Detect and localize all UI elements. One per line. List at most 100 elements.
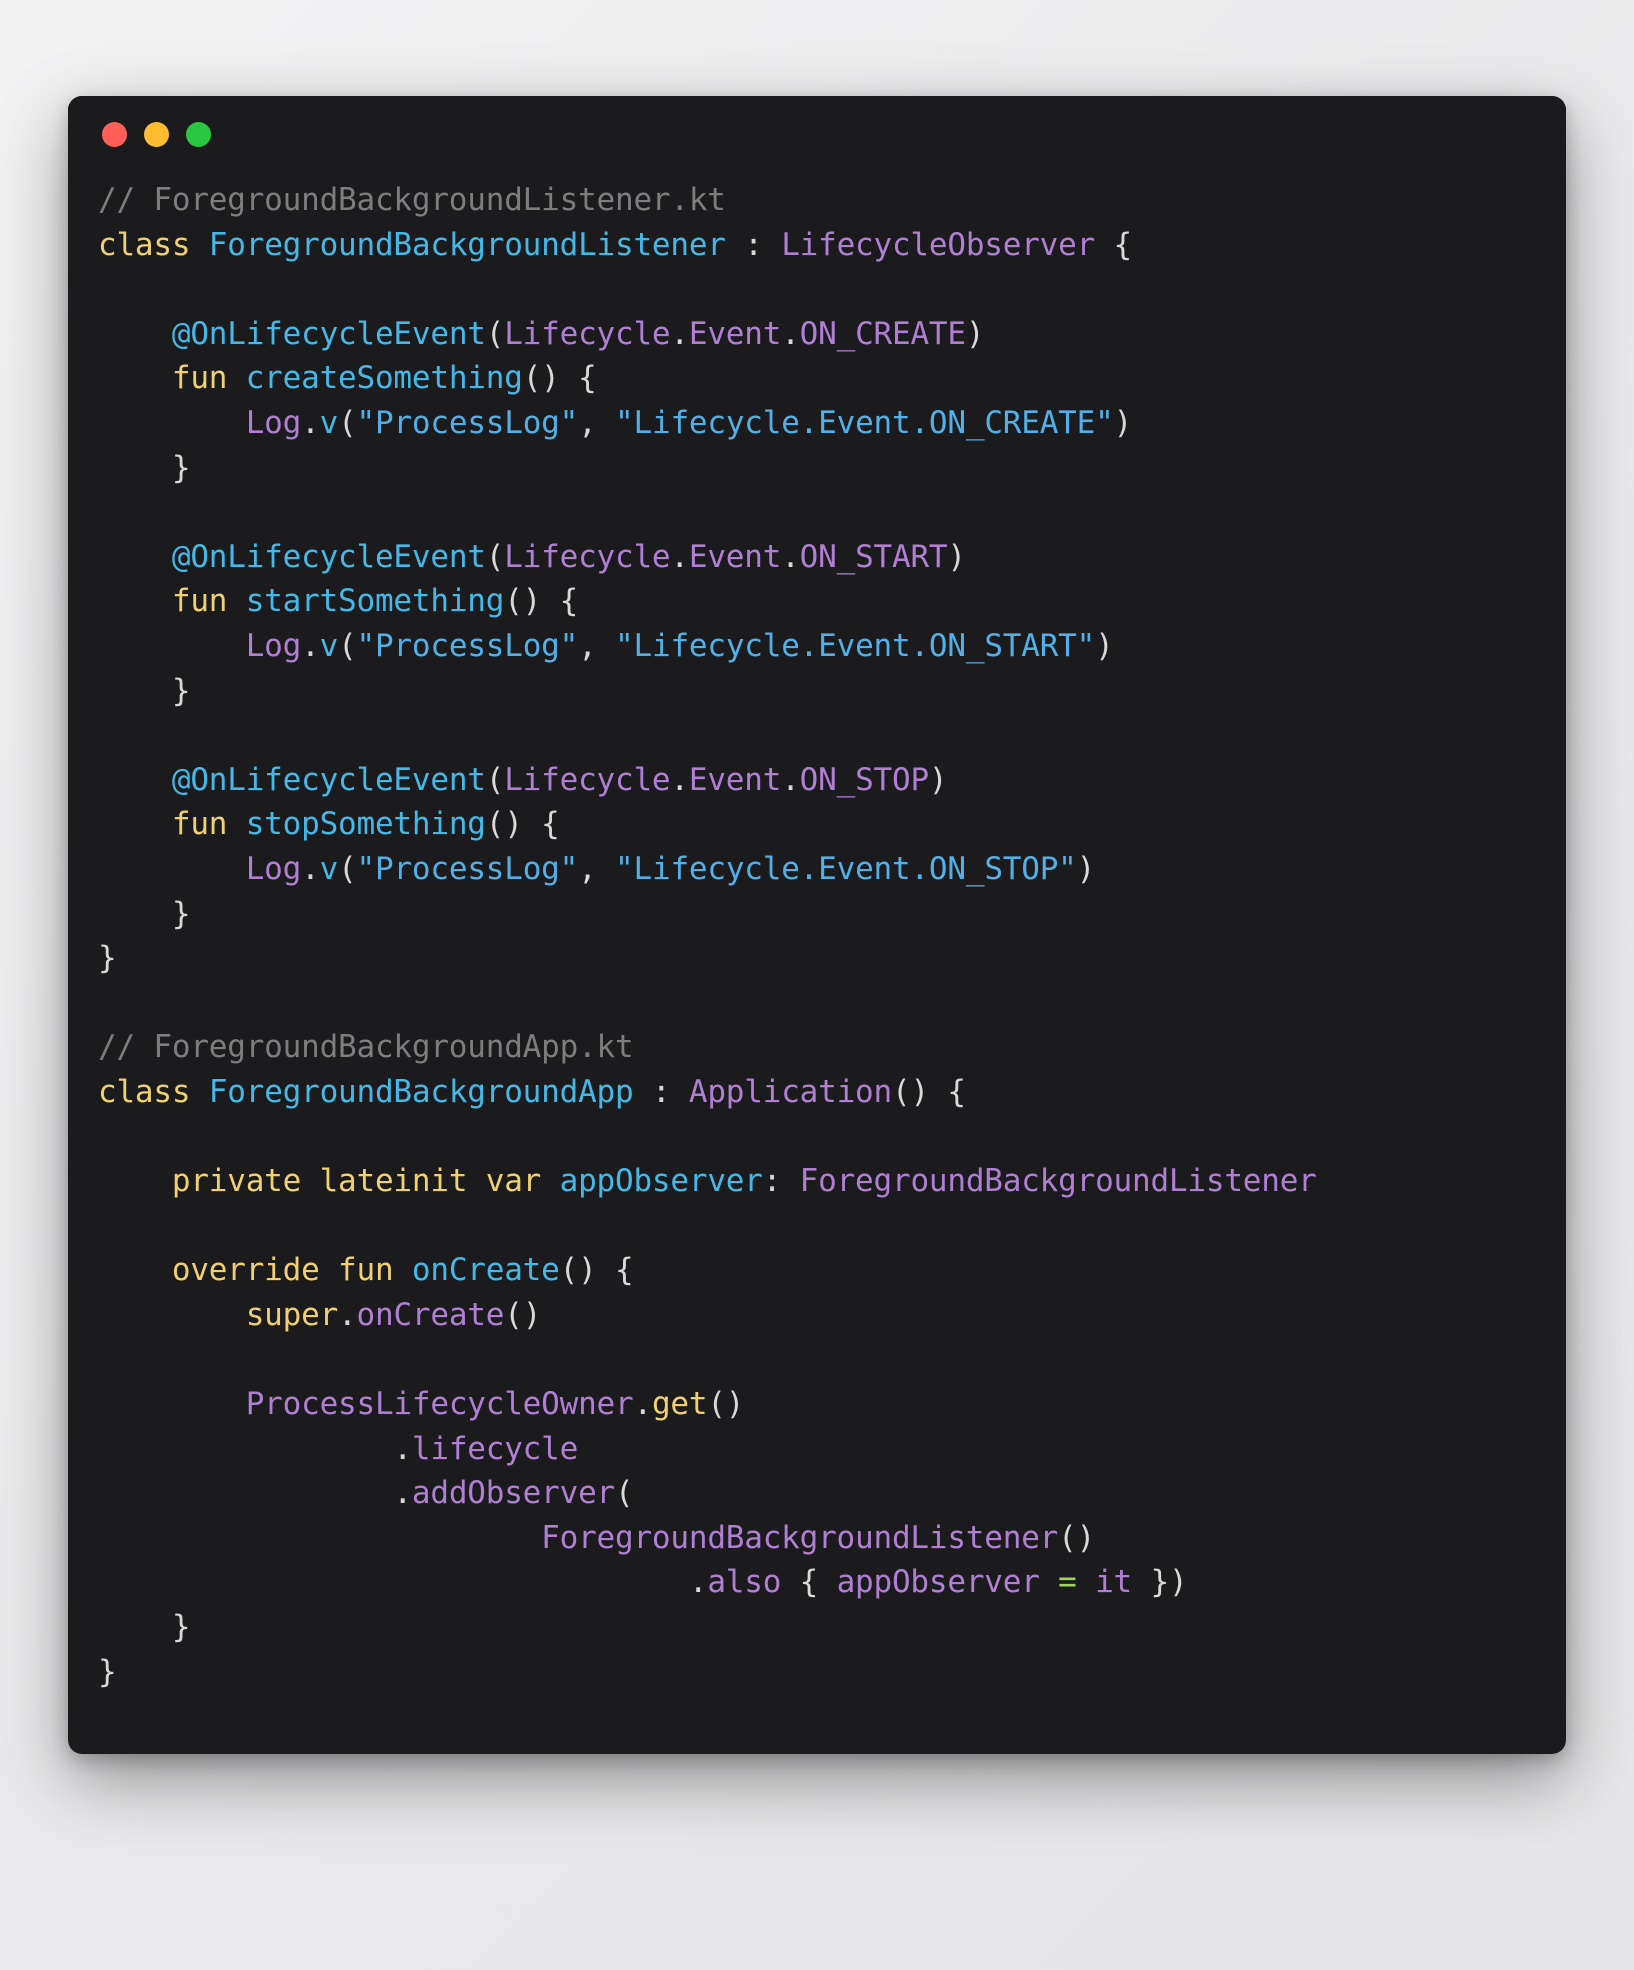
code-token-key: fun xyxy=(171,360,246,397)
code-token-fn: createSomething xyxy=(245,360,523,397)
code-token-key: class xyxy=(98,226,209,263)
code-token-punct: : xyxy=(744,226,782,263)
code-token-class: ON_CREATE xyxy=(799,315,966,352)
window-titlebar xyxy=(68,96,1566,172)
code-token-punct: . xyxy=(393,1430,412,1467)
code-line: // ForegroundBackgroundListener.kt xyxy=(98,178,1526,223)
code-token-class: Log xyxy=(245,850,302,887)
code-token-punct: ( xyxy=(485,761,505,798)
code-token-punct: } xyxy=(98,940,117,977)
code-token-class: ON_STOP xyxy=(799,761,929,798)
code-token-class: ForegroundBackgroundListener xyxy=(799,1163,1317,1200)
code-token-punct xyxy=(98,360,172,396)
code-token-prop: it xyxy=(1095,1564,1133,1601)
code-line: override fun onCreate() { xyxy=(98,1248,1526,1293)
code-token-punct: , xyxy=(578,404,616,441)
code-line: super.onCreate() xyxy=(98,1293,1526,1338)
minimize-button[interactable] xyxy=(144,121,169,147)
code-line: .lifecycle xyxy=(98,1427,1526,1472)
code-line: @OnLifecycleEvent(Lifecycle.Event.ON_STO… xyxy=(98,758,1526,803)
maximize-button[interactable] xyxy=(186,121,211,147)
code-token-punct xyxy=(98,1386,246,1422)
code-token-punct xyxy=(98,1520,541,1556)
code-token-op: = xyxy=(1058,1564,1077,1601)
code-window: // ForegroundBackgroundListener.kt class … xyxy=(68,96,1566,1755)
code-token-punct: } xyxy=(98,1653,117,1690)
code-editor-content[interactable]: // ForegroundBackgroundListener.kt class … xyxy=(68,172,1566,1754)
code-token-key: class xyxy=(98,1073,209,1110)
code-token-str: "ProcessLog" xyxy=(356,627,579,664)
page-background: // ForegroundBackgroundListener.kt class … xyxy=(0,0,1634,1970)
code-line: ForegroundBackgroundListener() xyxy=(98,1516,1526,1561)
code-token-punct: } xyxy=(98,1609,191,1645)
close-button[interactable] xyxy=(102,121,127,147)
code-line: } xyxy=(98,669,1526,714)
code-token-punct: ) xyxy=(1095,627,1114,664)
code-token-fn: startSomething xyxy=(245,583,505,620)
code-line: @OnLifecycleEvent(Lifecycle.Event.ON_STA… xyxy=(98,535,1526,580)
code-line: @OnLifecycleEvent(Lifecycle.Event.ON_CRE… xyxy=(98,312,1526,357)
code-token-str: "Lifecycle.Event.ON_CREATE" xyxy=(615,404,1114,441)
code-token-punct: . xyxy=(393,1475,412,1512)
code-token-class: Event xyxy=(688,761,782,798)
code-token-punct xyxy=(98,1163,172,1199)
code-line: fun createSomething() { xyxy=(98,356,1526,401)
code-token-class: Log xyxy=(245,627,302,664)
code-token-punct: { xyxy=(781,1564,837,1601)
code-token-key: fun xyxy=(171,806,246,843)
code-token-punct: ) xyxy=(928,761,948,798)
code-line: } xyxy=(98,1650,1526,1695)
code-token-ident: appObserver xyxy=(559,1163,763,1200)
code-token-punct: } xyxy=(98,449,191,486)
code-token-punct: { xyxy=(1095,226,1133,263)
code-token-class: Lifecycle xyxy=(504,315,671,352)
code-token-prop: also xyxy=(707,1564,782,1601)
code-line: fun stopSomething() { xyxy=(98,802,1526,847)
code-token-prop: lifecycle xyxy=(411,1430,579,1467)
code-line: Log.v("ProcessLog", "Lifecycle.Event.ON_… xyxy=(98,401,1526,446)
code-token-punct: , xyxy=(578,627,616,664)
code-token-punct xyxy=(98,851,246,887)
code-line: class ForegroundBackgroundApp : Applicat… xyxy=(98,1070,1526,1115)
code-line: Log.v("ProcessLog", "Lifecycle.Event.ON_… xyxy=(98,847,1526,892)
code-token-punct xyxy=(98,1297,246,1333)
code-token-punct: . xyxy=(781,538,800,575)
code-token-class: Lifecycle xyxy=(504,761,671,798)
code-token-class: LifecycleObserver xyxy=(781,226,1096,263)
code-token-type: @OnLifecycleEvent xyxy=(171,761,486,798)
code-token-punct: () { xyxy=(522,360,597,397)
code-line: .addObserver( xyxy=(98,1471,1526,1516)
code-token-type: ForegroundBackgroundApp xyxy=(208,1073,652,1110)
code-token-punct xyxy=(98,628,246,664)
code-token-punct: ( xyxy=(338,404,357,441)
code-token-fn: v xyxy=(319,404,339,441)
code-token-class: ON_START xyxy=(799,538,948,575)
code-line: } xyxy=(98,1605,1526,1650)
code-token-class: Event xyxy=(688,315,782,352)
code-line: } xyxy=(98,446,1526,491)
code-token-punct xyxy=(98,539,172,575)
code-token-str: "ProcessLog" xyxy=(356,850,579,887)
code-token-type: @OnLifecycleEvent xyxy=(171,538,486,575)
code-token-punct: () xyxy=(707,1386,745,1423)
code-token-punct xyxy=(98,1252,172,1288)
code-token-punct: . xyxy=(670,761,689,798)
code-token-punct: . xyxy=(301,627,320,664)
code-token-punct: }) xyxy=(1132,1564,1188,1601)
code-token-punct: . xyxy=(688,1564,708,1601)
code-token-prop: addObserver xyxy=(411,1475,615,1512)
code-token-punct: } xyxy=(98,672,191,709)
code-token-punct: , xyxy=(578,850,616,887)
code-line: class ForegroundBackgroundListener : Lif… xyxy=(98,223,1526,268)
code-token-punct: . xyxy=(338,1296,357,1333)
code-line: ProcessLifecycleOwner.get() xyxy=(98,1382,1526,1427)
code-token-punct: ) xyxy=(947,538,966,575)
code-token-punct: () { xyxy=(891,1073,966,1110)
code-token-punct: . xyxy=(781,761,800,798)
code-token-punct xyxy=(98,316,172,352)
